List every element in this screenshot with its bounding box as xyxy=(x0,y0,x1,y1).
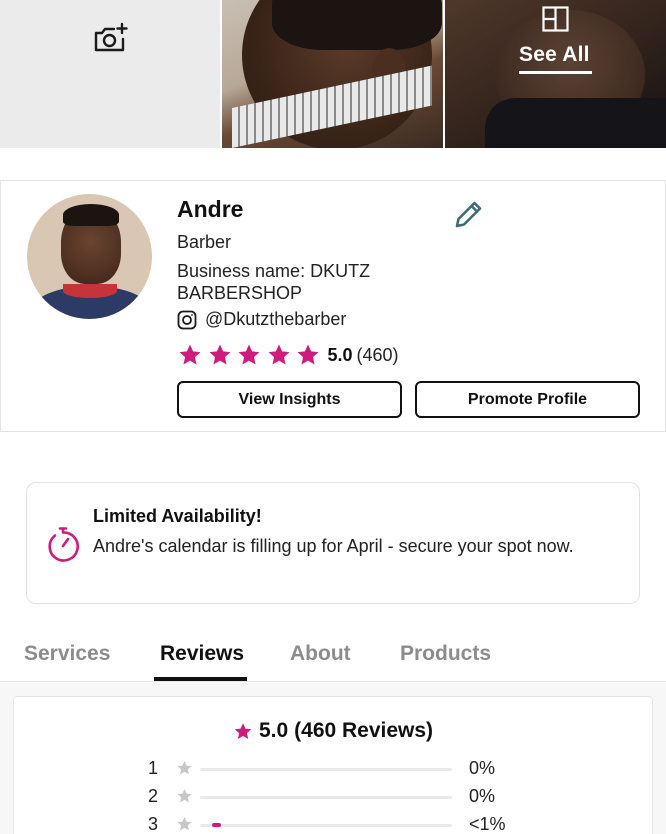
timer-icon xyxy=(48,527,79,562)
rating-percent: 0% xyxy=(469,758,496,778)
view-insights-button[interactable]: View Insights xyxy=(177,381,402,418)
profile-name: Andre xyxy=(177,196,244,222)
avatar xyxy=(27,194,152,319)
rating-percent: 0% xyxy=(469,786,496,806)
reviews-total: (460 Reviews) xyxy=(294,719,434,742)
rating-level: 1 xyxy=(148,758,159,778)
star-icon xyxy=(177,789,192,803)
reviews-summary: 5.0 (460 Reviews) xyxy=(14,719,652,743)
rating-bar xyxy=(200,796,452,799)
promote-profile-button[interactable]: Promote Profile xyxy=(415,381,640,418)
availability-text: Andre's calendar is filling up for April… xyxy=(93,536,574,556)
rating-level: 3 xyxy=(148,814,159,834)
star-icon xyxy=(209,344,230,365)
see-all-link[interactable]: See All xyxy=(519,43,590,67)
tab-services[interactable]: Services xyxy=(24,642,110,666)
see-all-underline xyxy=(519,71,592,74)
rating-distribution-row: 2 0% xyxy=(14,786,652,808)
tab-about[interactable]: About xyxy=(290,642,351,666)
see-all-tile[interactable]: See All xyxy=(445,0,666,148)
rating-bar xyxy=(200,768,452,771)
availability-banner: Limited Availability! Andre's calendar i… xyxy=(26,482,640,604)
rating-distribution-row: 1 0% xyxy=(14,758,652,780)
profile-tabs: Services Reviews About Products xyxy=(0,630,666,682)
photo-gallery: See All xyxy=(0,0,666,148)
profile-card: Andre Barber Business name: DKUTZ BARBER… xyxy=(0,180,666,432)
star-icon xyxy=(297,344,319,365)
star-icon xyxy=(179,344,201,365)
availability-title: Limited Availability! xyxy=(93,506,262,526)
rating-distribution-row: 3 <1% xyxy=(14,814,652,834)
instagram-row[interactable]: @Dkutzthebarber xyxy=(177,309,346,330)
rating-percent: <1% xyxy=(469,814,506,834)
rating-row: 5.0 (460) xyxy=(177,343,399,367)
rating-bar xyxy=(200,823,452,827)
gallery-photo[interactable] xyxy=(222,0,443,148)
star-icon xyxy=(234,722,252,739)
star-icon xyxy=(268,344,289,365)
star-icon xyxy=(177,761,192,775)
star-icon xyxy=(238,344,260,365)
active-tab-indicator xyxy=(154,677,247,681)
tab-products[interactable]: Products xyxy=(400,642,491,666)
instagram-handle: @Dkutzthebarber xyxy=(205,309,347,329)
reviews-score: 5.0 xyxy=(258,719,289,742)
rating-score: 5.0 xyxy=(327,344,353,365)
add-photo-tile[interactable] xyxy=(0,0,220,148)
business-name: Business name: DKUTZ BARBERSHOP xyxy=(177,261,371,303)
pencil-icon[interactable] xyxy=(453,198,485,230)
rating-count: (460) xyxy=(356,344,399,365)
camera-plus-icon xyxy=(94,22,128,52)
tab-reviews[interactable]: Reviews xyxy=(160,642,244,666)
star-icon xyxy=(177,817,192,831)
rating-bar-fill xyxy=(212,823,221,827)
instagram-icon xyxy=(177,310,197,329)
rating-level: 2 xyxy=(148,786,159,806)
grid-layout-icon xyxy=(542,6,569,32)
reviews-summary-card: 5.0 (460 Reviews) 1 0% 2 0% 3 <1% xyxy=(13,696,653,834)
profile-role: Barber xyxy=(177,232,232,252)
